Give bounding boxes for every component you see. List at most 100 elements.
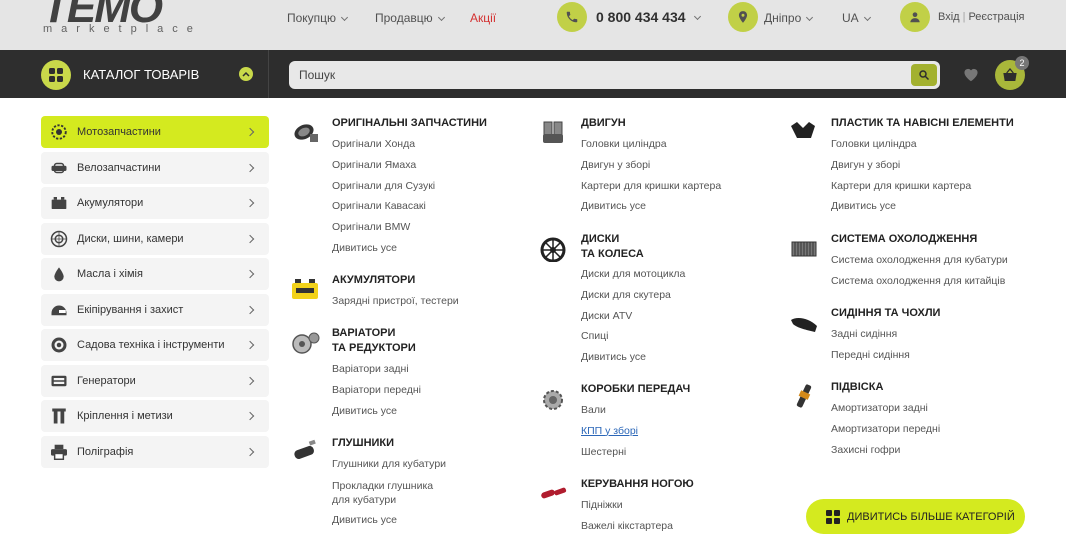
catalog-button[interactable]: КАТАЛОГ ТОВАРІВ [0,50,269,98]
menu-group-title[interactable]: СИДІННЯ ТА ЧОХЛИ [831,306,940,321]
shock-icon [796,384,812,408]
menu-link-line: Прокладки глушника [332,479,434,492]
menu-link[interactable]: Двигун у зборі [831,155,971,176]
sidebar-item-label: Велозапчастини [77,161,161,174]
menu-link[interactable]: Дивитись усе [332,238,435,259]
menu-link[interactable]: Варіатори передні [332,380,421,401]
menu-link[interactable]: Амортизатори задні [831,398,940,419]
sidebar-item-garden[interactable]: Садова техніка і інструменти [41,329,269,361]
menu-link[interactable]: Оригінали Ямаха [332,155,435,176]
menu-link[interactable]: Варіатори задні [332,359,421,380]
gear-icon [50,123,68,141]
sidebar-item-label: Екіпірування і захист [77,303,184,316]
sidebar-item-moto-parts[interactable]: Мотозапчастини [41,116,269,148]
menu-link[interactable]: Дивитись усе [332,401,421,422]
menu-group-title[interactable]: ВАРІАТОРИ ТА РЕДУКТОРИ [332,326,416,356]
more-categories-button[interactable]: ДИВИТИСЬ БІЛЬШЕ КАТЕГОРІЙ [806,499,1025,534]
sidebar-item-printing[interactable]: Поліграфія [41,435,269,468]
menu-link[interactable]: Диски для скутера [581,285,685,306]
menu-group-title[interactable]: ОРИГІНАЛЬНІ ЗАПЧАСТИНИ [332,116,487,131]
menu-group-title[interactable]: ДВИГУН [581,116,626,131]
menu-link[interactable]: Захисні гофри [831,440,940,461]
menu-link[interactable]: Головки циліндра [581,134,721,155]
menu-group-title-line: ТА КОЛЕСА [581,248,644,260]
menu-group-links: Оригінали Хонда Оригінали Ямаха Оригінал… [332,134,435,259]
menu-link[interactable]: Передні сидіння [831,345,910,366]
printer-icon [50,443,68,461]
menu-link[interactable]: Глушники для кубатури [332,454,446,475]
menu-group-title[interactable]: СИСТЕМА ОХОЛОДЖЕННЯ [831,232,977,247]
menu-link[interactable]: Дивитись усе [332,510,446,531]
sidebar-item-equipment[interactable]: Екіпірування і захист [41,293,269,326]
top-bar: TEMO marketplace Покупцю Продавцю Акції … [0,0,1066,50]
menu-link-active[interactable]: КПП у зборі [581,421,638,442]
menu-link[interactable]: Шестерні [581,442,638,463]
cart-button[interactable]: 2 [995,56,1029,90]
menu-group-title-line: ВАРІАТОРИ [332,327,396,339]
menu-link[interactable]: Дивитись усе [581,347,685,368]
menu-group-title[interactable]: АКУМУЛЯТОРИ [332,273,415,288]
chevron-right-icon [245,411,255,421]
sidebar-item-label: Акумулятори [77,197,144,209]
chevron-right-icon [245,198,255,208]
menu-link[interactable]: Картери для кришки картера [831,176,971,197]
menu-link[interactable]: Система охолодження для китайців [831,271,1008,292]
sidebar-item-batteries[interactable]: Акумулятори [41,187,269,219]
grid-icon [826,509,840,524]
sidebar-item-label: Поліграфія [77,445,134,458]
menu-link[interactable]: Підніжки [581,495,673,516]
menu-link[interactable]: Дивитись усе [581,196,721,217]
search-input[interactable]: Пошук [299,68,335,82]
sidebar-item-wheels[interactable]: Диски, шини, камери [41,222,269,255]
chevron-right-icon [245,305,255,314]
menu-group-title[interactable]: КОРОБКИ ПЕРЕДАЧ [581,382,690,397]
wishlist-button[interactable] [962,66,980,87]
generator-icon [50,372,68,390]
menu-link[interactable]: Система охолодження для кубатури [831,250,1008,271]
search-button[interactable] [911,64,937,86]
menu-link[interactable]: Картери для кришки картера [581,176,721,197]
menu-group-title[interactable]: ДИСКИ ТА КОЛЕСА [581,232,644,262]
menu-link[interactable]: Головки циліндра [831,134,971,155]
bike-part-icon [50,159,68,177]
menu-group-title[interactable]: КЕРУВАННЯ НОГОЮ [581,477,694,492]
menu-link[interactable]: Вали [581,400,638,421]
menu-link[interactable]: Оригінали Хонда [332,134,435,155]
menu-link[interactable]: Амортизатори передні [831,419,940,440]
sidebar-item-oils[interactable]: Масла і хімія [41,258,269,290]
sidebar-item-bike-parts[interactable]: Велозапчастини [41,151,269,184]
menu-group-links: Амортизатори задні Амортизатори передні … [831,398,940,460]
sidebar-item-fasteners[interactable]: Кріплення і метизи [41,400,269,432]
oil-drop-icon [50,265,68,283]
menu-link[interactable]: Задні сидіння [831,324,910,345]
catalog-label: КАТАЛОГ ТОВАРІВ [83,67,200,82]
sidebar-item-label: Диски, шини, камери [77,232,184,245]
menu-link[interactable]: Диски ATV [581,306,685,327]
menu-group-title[interactable]: ПЛАСТИК ТА НАВІСНІ ЕЛЕМЕНТИ [831,116,1014,131]
sidebar-item-label: Масла і хімія [77,268,143,280]
menu-link[interactable]: Важелі кікстартера [581,516,673,537]
menu-link[interactable]: Оригінали для Сузукі [332,176,435,197]
menu-link[interactable]: Прокладки глушника для кубатури [332,475,446,510]
chevron-right-icon [245,340,255,350]
menu-link[interactable]: Дивитись усе [831,196,971,217]
battery-icon [50,194,68,212]
menu-link[interactable]: Диски для мотоцикла [581,264,685,285]
menu-group-links: Вали КПП у зборі Шестерні [581,400,638,462]
category-sidebar: Мотозапчастини Велозапчастини Акумулятор… [41,116,269,471]
menu-link[interactable]: Спиці [581,326,685,347]
menu-link[interactable]: Зарядні пристрої, тестери [332,291,459,312]
menu-group-title[interactable]: ПІДВІСКА [831,380,883,395]
menu-group-title-line: ТА РЕДУКТОРИ [332,342,416,354]
menu-group-title[interactable]: ГЛУШНИКИ [332,436,394,451]
sidebar-item-label: Мотозапчастини [77,126,161,138]
seat-icon [791,318,817,332]
heart-icon [964,68,978,82]
menu-link[interactable]: Двигун у зборі [581,155,721,176]
chevron-right-icon [245,376,255,385]
muffler-icon [294,439,316,459]
menu-link[interactable]: Оригінали Кавасакі [332,196,435,217]
menu-link[interactable]: Оригінали BMW [332,217,435,238]
sidebar-item-generators[interactable]: Генератори [41,364,269,397]
menu-group-links: Головки циліндра Двигун у зборі Картери … [581,134,721,217]
